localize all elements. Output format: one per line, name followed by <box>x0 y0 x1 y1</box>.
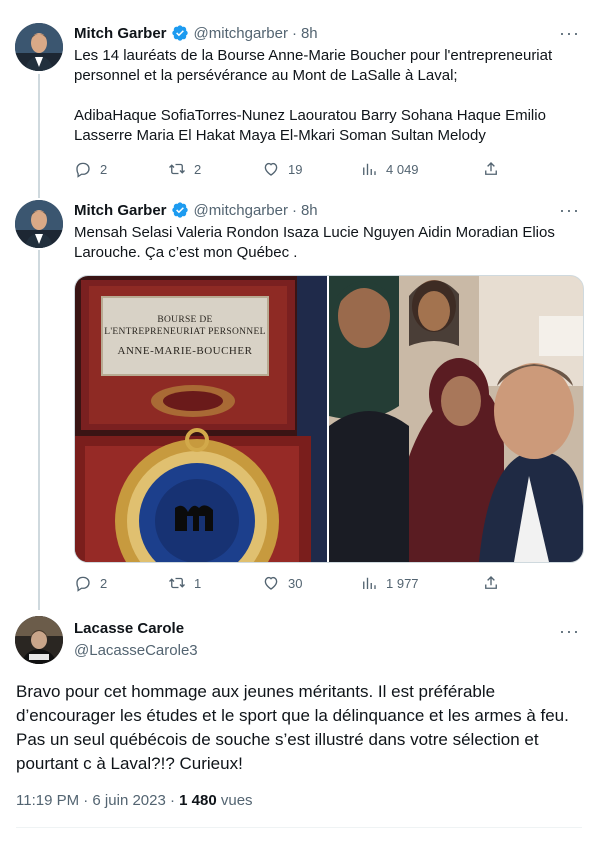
retweet-button[interactable]: 1 <box>168 574 262 592</box>
views-bar-chart-icon <box>363 163 376 175</box>
share-button[interactable] <box>482 574 508 592</box>
more-dots-icon[interactable]: ··· <box>559 622 580 640</box>
tweet-time[interactable]: 8h <box>301 25 318 42</box>
selfie-photo-illustration <box>329 276 583 562</box>
reply-icon <box>76 162 90 178</box>
retweet-button[interactable]: 2 <box>168 160 262 178</box>
plaque-line-2: L'ENTREPRENEURIAT PERSONNEL <box>104 327 266 337</box>
thread-line <box>38 74 40 198</box>
award-plaque: BOURSE DE L'ENTREPRENEURIAT PERSONNEL AN… <box>101 296 269 376</box>
plaque-line-3: ANNE-MARIE-BOUCHER <box>117 345 253 357</box>
share-button[interactable] <box>482 160 508 178</box>
views-count: 1 977 <box>386 575 419 591</box>
heart-icon <box>264 576 278 590</box>
like-button[interactable]: 30 <box>262 574 360 592</box>
separator-dot: · <box>291 24 297 42</box>
media-grid[interactable]: BOURSE DE L'ENTREPRENEURIAT PERSONNEL AN… <box>74 275 584 563</box>
reply-count: 2 <box>100 575 108 591</box>
retweet-icon <box>169 577 185 589</box>
author-handle[interactable]: @mitchgarber <box>194 25 288 42</box>
tweet-text: Mensah Selasi Valeria Rondon Isaza Lucie… <box>74 224 560 261</box>
reply-button[interactable]: 2 <box>74 160 168 178</box>
retweet-icon <box>169 163 185 175</box>
reply-count: 2 <box>100 161 108 177</box>
tweet-text: Bravo pour cet hommage aux jeunes mérita… <box>16 682 569 773</box>
avatar[interactable] <box>15 23 63 71</box>
views-bar-chart-icon <box>363 577 376 589</box>
heart-icon <box>264 162 278 176</box>
views-button[interactable]: 4 049 <box>360 160 482 178</box>
tweet-actions: 2 1 30 1 977 <box>74 571 514 595</box>
avatar[interactable] <box>15 200 63 248</box>
thread-line <box>38 250 40 610</box>
divider <box>16 827 582 828</box>
media-photo-medal[interactable]: BOURSE DE L'ENTREPRENEURIAT PERSONNEL AN… <box>75 276 327 562</box>
verified-badge-icon <box>171 25 188 41</box>
retweet-count: 1 <box>194 575 202 591</box>
avatar[interactable] <box>15 616 63 664</box>
reply-icon <box>76 576 90 592</box>
more-dots-icon[interactable]: ··· <box>559 24 580 42</box>
views-button[interactable]: 1 977 <box>360 574 482 592</box>
views-count: 1 480 <box>179 792 217 809</box>
author-name[interactable]: Mitch Garber <box>74 25 167 42</box>
tweet-timestamp[interactable]: 11:19 PM · 6 juin 2023 · <box>16 792 179 809</box>
like-count: 30 <box>288 575 303 591</box>
tweet-actions: 2 2 19 4 049 <box>74 157 514 181</box>
separator-dot: · <box>291 201 297 219</box>
share-icon <box>485 162 497 175</box>
author-name[interactable]: Mitch Garber <box>74 202 167 219</box>
media-photo-selfie[interactable] <box>329 276 583 562</box>
like-count: 19 <box>288 161 303 177</box>
views-count: 4 049 <box>386 161 419 177</box>
retweet-count: 2 <box>194 161 202 177</box>
author-handle[interactable]: @LacasseCarole3 <box>74 642 198 659</box>
author-name[interactable]: Lacasse Carole <box>74 620 184 637</box>
like-button[interactable]: 19 <box>262 160 360 178</box>
verified-badge-icon <box>171 202 188 218</box>
plaque-line-1: BOURSE DE <box>157 315 213 325</box>
author-handle[interactable]: @mitchgarber <box>194 202 288 219</box>
reply-button[interactable]: 2 <box>74 574 168 592</box>
tweet-metadata: 11:19 PM · 6 juin 2023 · 1 480 vues <box>16 792 253 809</box>
tweet-time[interactable]: 8h <box>301 202 318 219</box>
tweet-text: Les 14 lauréats de la Bourse Anne-Marie … <box>74 47 553 144</box>
share-icon <box>485 576 497 589</box>
more-dots-icon[interactable]: ··· <box>559 201 580 219</box>
views-label: vues <box>216 792 253 809</box>
